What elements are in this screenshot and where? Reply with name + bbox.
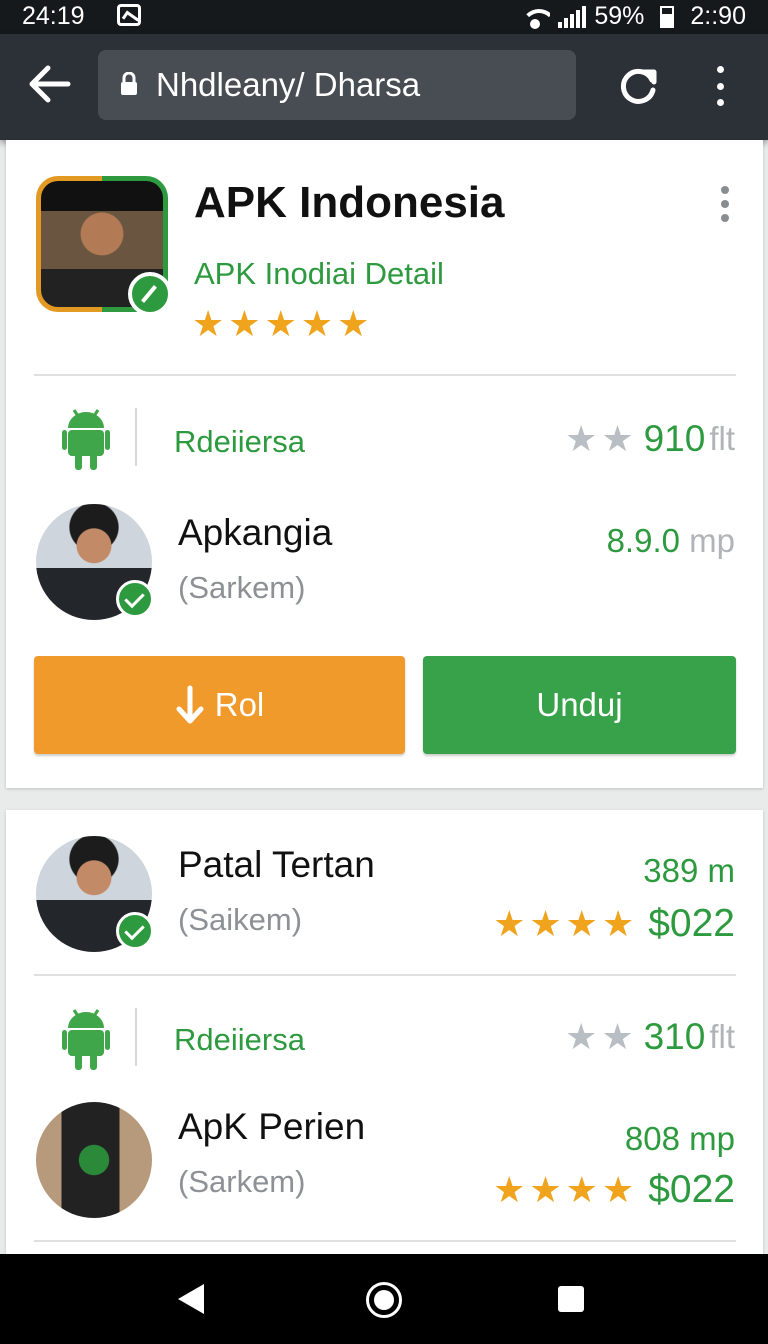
developer-name[interactable]: Rdeiiersa xyxy=(174,424,305,460)
wifi-icon xyxy=(520,5,551,29)
price-row: ★ ★ ★ ★ $022 xyxy=(493,1168,735,1212)
person-name[interactable]: ApK Perien xyxy=(178,1106,365,1148)
status-bar: 24:19 59% 2::90 xyxy=(0,0,768,34)
star-icon: ★ xyxy=(228,303,261,344)
star-icon: ★ xyxy=(529,1169,562,1210)
person-value-number: 389 xyxy=(643,852,699,889)
signal-icon xyxy=(558,5,587,28)
browser-toolbar: Nhdleany/ Dharsa xyxy=(0,34,768,140)
star-icon: ★ xyxy=(601,1169,635,1210)
person-name[interactable]: Apkangia xyxy=(178,512,332,554)
app-detail-card: APK Indonesia APK Inodiai Detail ★ ★ ★ ★… xyxy=(6,140,763,788)
star-icon: ★ xyxy=(565,418,598,459)
person-value-unit: m xyxy=(707,852,736,889)
person-subtitle: (Saikem) xyxy=(178,902,303,937)
star-icon: ★ xyxy=(264,303,297,344)
person-value: 808 mp xyxy=(625,1120,735,1158)
divider xyxy=(34,974,736,976)
avatar[interactable] xyxy=(36,836,154,952)
price-row: ★ ★ ★ ★ $022 xyxy=(493,902,735,946)
check-badge-icon xyxy=(116,580,154,618)
download-button[interactable]: Rol xyxy=(34,656,405,754)
divider xyxy=(34,1240,736,1242)
status-clock: 2::90 xyxy=(690,2,746,30)
grey-stars: ★ ★ xyxy=(565,421,634,457)
metric-unit: flt xyxy=(709,1018,735,1055)
status-right: 59% 2::90 xyxy=(520,2,746,31)
vertical-separator xyxy=(135,1008,137,1066)
avatar-image xyxy=(36,1102,152,1218)
price: $022 xyxy=(648,902,735,945)
metric-value: 310 xyxy=(643,1016,706,1057)
app-subtitle[interactable]: APK Inodiai Detail xyxy=(194,256,444,292)
star-icon: ★ xyxy=(337,303,370,344)
back-arrow-icon[interactable] xyxy=(26,64,74,104)
star-icon: ★ xyxy=(565,903,598,944)
avatar[interactable] xyxy=(36,504,154,620)
person-value-number: 808 xyxy=(624,1120,680,1157)
star-icon: ★ xyxy=(601,1016,634,1057)
more-vert-icon[interactable] xyxy=(708,66,732,106)
rating-stars: ★ ★ ★ ★ xyxy=(493,906,634,942)
app-rating-stars: ★ ★ ★ ★ ★ xyxy=(192,306,369,342)
person-subtitle: (Sarkem) xyxy=(178,1164,306,1199)
metric-value: 910 xyxy=(643,418,706,459)
person-value-number: 8.9.0 xyxy=(606,522,680,559)
star-icon: ★ xyxy=(493,1169,526,1210)
rating-stars: ★ ★ ★ ★ xyxy=(493,1172,634,1208)
divider xyxy=(34,374,736,376)
person-value: 389 m xyxy=(643,852,735,890)
android-icon xyxy=(62,1009,110,1070)
app-title: APK Indonesia xyxy=(194,178,505,227)
person-name[interactable]: Patal Tertan xyxy=(178,844,375,886)
android-icon xyxy=(62,409,110,470)
person-subtitle: (Sarkem) xyxy=(178,570,306,605)
unduh-button[interactable]: Unduj xyxy=(423,656,736,754)
developer-name[interactable]: Rdeiiersa xyxy=(174,1022,305,1058)
download-button-label: Rol xyxy=(214,686,265,723)
star-icon: ★ xyxy=(529,903,562,944)
metric-unit: flt xyxy=(709,420,735,457)
person-value-unit: mp xyxy=(689,1120,735,1157)
star-icon: ★ xyxy=(192,303,225,344)
nav-back-icon[interactable] xyxy=(178,1284,204,1314)
reload-icon[interactable] xyxy=(616,64,660,108)
vertical-separator xyxy=(135,408,137,466)
nav-home-icon[interactable] xyxy=(366,1282,402,1318)
lock-icon xyxy=(121,72,137,95)
app-icon[interactable] xyxy=(36,176,172,316)
star-icon: ★ xyxy=(300,303,334,344)
system-nav-bar xyxy=(0,1254,768,1344)
status-time: 24:19 xyxy=(22,2,85,30)
app-list-card: Patal Tertan (Saikem) 389 m ★ ★ ★ ★ $022… xyxy=(6,810,763,1256)
grey-stars: ★ ★ xyxy=(565,1019,634,1055)
unduh-button-label: Unduj xyxy=(536,686,623,723)
star-icon: ★ xyxy=(565,1169,598,1210)
star-icon: ★ xyxy=(601,418,634,459)
battery-icon xyxy=(660,5,675,28)
person-value-unit: mp xyxy=(689,522,735,559)
developer-metric: ★ ★ 310 flt xyxy=(565,1016,735,1058)
star-icon: ★ xyxy=(601,903,635,944)
url-bar[interactable]: Nhdleany/ Dharsa xyxy=(98,50,576,120)
star-icon: ★ xyxy=(493,903,526,944)
nav-recents-icon[interactable] xyxy=(558,1286,584,1312)
avatar[interactable] xyxy=(36,1102,152,1218)
star-icon: ★ xyxy=(565,1016,598,1057)
check-badge-icon xyxy=(116,912,154,950)
price: $022 xyxy=(648,1168,735,1211)
card-more-icon[interactable] xyxy=(720,186,730,222)
person-value: 8.9.0 mp xyxy=(607,522,735,560)
download-arrow-icon xyxy=(176,685,204,724)
battery-percent: 59% xyxy=(594,2,645,30)
developer-metric: ★ ★ 910 flt xyxy=(565,418,735,460)
url-text: Nhdleany/ Dharsa xyxy=(156,66,421,103)
app-badge-icon xyxy=(128,272,172,316)
notification-icon xyxy=(117,4,141,26)
